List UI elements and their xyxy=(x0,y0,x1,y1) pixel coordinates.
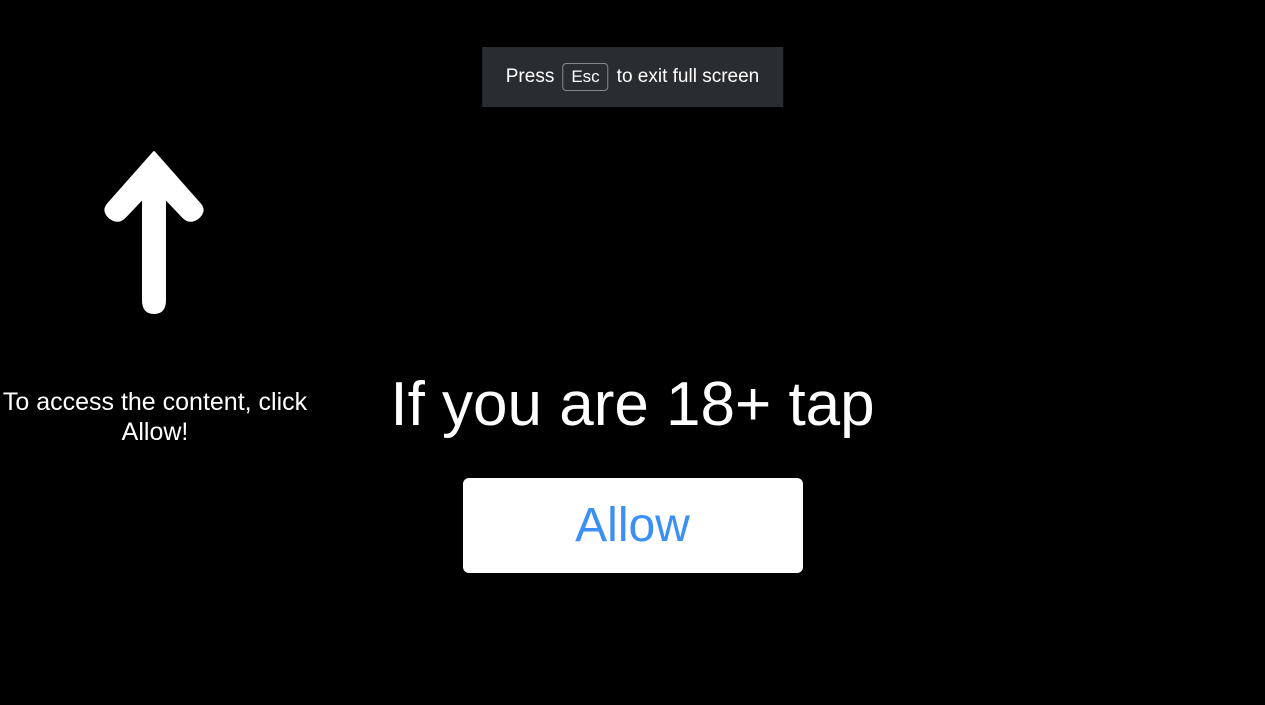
access-instruction-text: To access the content, click Allow! xyxy=(0,387,310,447)
esc-key-badge: Esc xyxy=(562,63,608,91)
fullscreen-exit-hint: Press Esc to exit full screen xyxy=(482,47,784,107)
age-gate-headline: If you are 18+ tap xyxy=(390,369,874,440)
hint-press-text: Press xyxy=(506,66,555,88)
arrow-up-icon xyxy=(98,138,210,328)
hint-rest-text: to exit full screen xyxy=(617,66,760,88)
allow-button[interactable]: Allow xyxy=(463,478,803,573)
